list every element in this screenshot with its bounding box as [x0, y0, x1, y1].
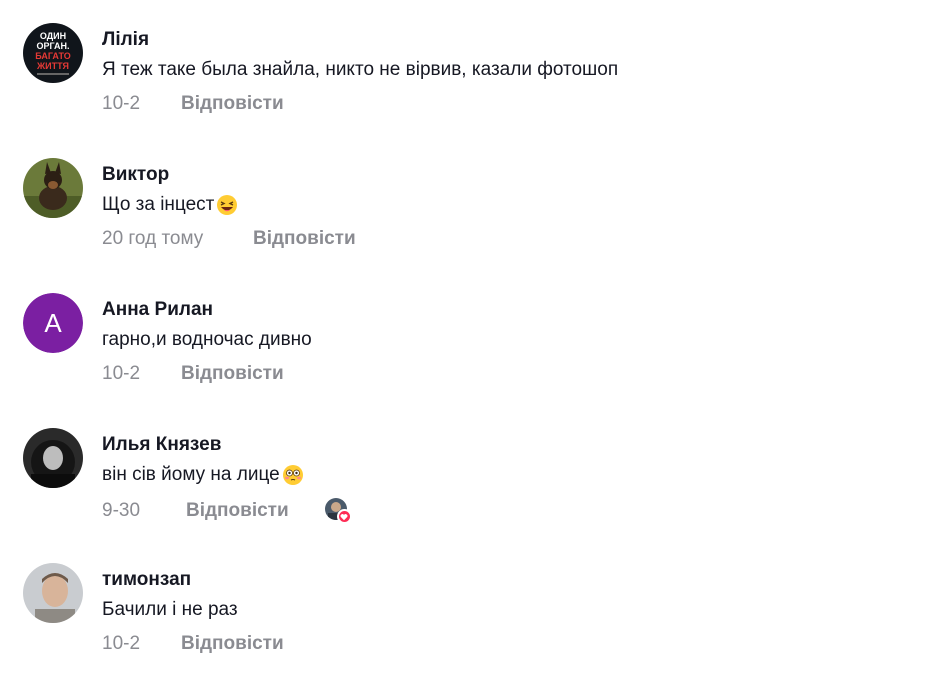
avatar-text-line: ОДИН [40, 31, 66, 41]
avatar-text-line: ОРГАН. [36, 41, 69, 51]
comment-text: Я теж таке была знайла, никто не вірвив,… [102, 59, 618, 81]
avatar[interactable]: A [23, 293, 83, 353]
comment-meta: 10-2 Відповісти [102, 633, 284, 655]
comment-text: Бачили і не раз [102, 599, 238, 621]
comment-item: Виктор Що за інцест 20 год тому Відповіс… [0, 158, 928, 278]
comment-text: Що за інцест [102, 194, 238, 216]
laughing-face-icon [216, 194, 238, 216]
reply-button[interactable]: Відповісти [186, 500, 289, 522]
avatar[interactable] [23, 428, 83, 488]
username[interactable]: Лілія [102, 29, 149, 51]
reply-button[interactable]: Відповісти [181, 363, 284, 385]
comment-time: 10-2 [102, 633, 141, 654]
flushed-face-icon [282, 464, 304, 486]
comment-text-content: він сів йому на лице [102, 464, 280, 485]
avatar-text-line: БАГАТО [35, 51, 71, 61]
comment-item: A Анна Рилан гарно,и водночас дивно 10-2… [0, 293, 928, 413]
reply-button[interactable]: Відповісти [181, 93, 284, 115]
comment-text-content: гарно,и водночас дивно [102, 329, 312, 350]
comment-text-content: Я теж таке была знайла, никто не вірвив,… [102, 59, 619, 80]
comment-meta: 10-2 Відповісти [102, 363, 284, 385]
username[interactable]: тимонзап [102, 569, 191, 591]
comment-text-content: Бачили і не раз [102, 599, 238, 620]
comment-time: 10-2 [102, 363, 141, 384]
comment-item: тимонзап Бачили і не раз 10-2 Відповісти [0, 563, 928, 683]
comment-time: 10-2 [102, 93, 141, 114]
comment-meta: 20 год тому Відповісти [102, 228, 356, 250]
avatar-text-line: ЖИТТЯ [36, 61, 69, 71]
comment-text: він сів йому на лице [102, 464, 304, 486]
username[interactable]: Анна Рилан [102, 299, 213, 321]
reply-button[interactable]: Відповісти [181, 633, 284, 655]
comment-item: ОДИН ОРГАН. БАГАТО ЖИТТЯ Лілія Я теж так… [0, 23, 928, 143]
username[interactable]: Виктор [102, 164, 169, 186]
comment-time: 9-30 [102, 500, 141, 521]
comment-meta: 10-2 Відповісти [102, 93, 284, 115]
comment-text: гарно,и водночас дивно [102, 329, 312, 351]
heart-icon [336, 509, 352, 524]
avatar[interactable] [23, 158, 83, 218]
comment-meta: 9-30 Відповісти [102, 498, 352, 524]
avatar[interactable] [23, 563, 83, 623]
comment-text-content: Що за інцест [102, 194, 215, 215]
avatar-letter: A [44, 308, 62, 338]
reply-button[interactable]: Відповісти [253, 228, 356, 250]
avatar[interactable]: ОДИН ОРГАН. БАГАТО ЖИТТЯ [23, 23, 83, 83]
comment-item: Илья Князев він сів йому на лице 9-30 Ві… [0, 428, 928, 548]
comment-time: 20 год тому [102, 228, 204, 249]
username[interactable]: Илья Князев [102, 434, 221, 456]
creator-liked-badge [324, 498, 352, 524]
